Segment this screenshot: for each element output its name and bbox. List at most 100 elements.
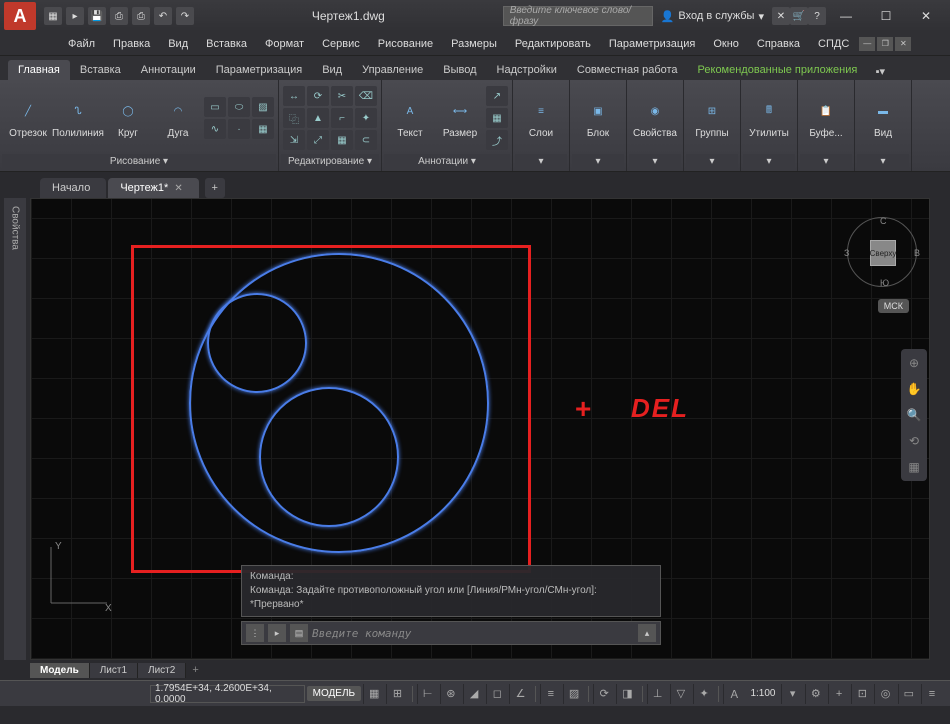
- ribbon-tab-manage[interactable]: Управление: [352, 60, 433, 80]
- grid-toggle-icon[interactable]: ▦: [363, 684, 384, 704]
- arc-button[interactable]: ◠Дуга: [154, 86, 202, 150]
- new-icon[interactable]: ▦: [44, 7, 62, 25]
- menu-service[interactable]: Сервис: [314, 35, 368, 53]
- pan-icon[interactable]: ✋: [904, 379, 924, 399]
- help-icon[interactable]: ?: [808, 7, 826, 25]
- signin-button[interactable]: 👤 Вход в службы ▾: [661, 10, 764, 23]
- layout-add-button[interactable]: +: [186, 662, 204, 678]
- mirror-icon[interactable]: ▲: [307, 108, 329, 128]
- new-tab-button[interactable]: +: [205, 178, 225, 198]
- saveas-icon[interactable]: ⎙: [110, 7, 128, 25]
- command-input[interactable]: Введите команду: [312, 627, 634, 640]
- close-button[interactable]: ✕: [906, 2, 946, 30]
- save-icon[interactable]: 💾: [88, 7, 106, 25]
- tab-close-icon[interactable]: ✕: [174, 183, 182, 194]
- ribbon-tab-home[interactable]: Главная: [8, 60, 70, 80]
- stretch-icon[interactable]: ⇲: [283, 130, 305, 150]
- selection-filter-icon[interactable]: ▽: [670, 684, 691, 704]
- lineweight-icon[interactable]: ≡: [540, 684, 561, 704]
- isodraft-icon[interactable]: ◢: [463, 684, 484, 704]
- erase-icon[interactable]: ⌫: [355, 86, 377, 106]
- annotation-monitor-icon[interactable]: +: [828, 684, 849, 704]
- array-icon[interactable]: ▦: [331, 130, 353, 150]
- explode-icon[interactable]: ✦: [355, 108, 377, 128]
- orbit-icon[interactable]: ⟲: [904, 431, 924, 451]
- menu-help[interactable]: Справка: [749, 35, 808, 53]
- text-button[interactable]: AТекст: [386, 86, 434, 150]
- move-icon[interactable]: ↔: [283, 86, 305, 106]
- ribbon-tab-insert[interactable]: Вставка: [70, 60, 131, 80]
- trim-icon[interactable]: ✂: [331, 86, 353, 106]
- annoscale-icon[interactable]: Ａ: [723, 684, 744, 704]
- gizmo-icon[interactable]: ✦: [693, 684, 714, 704]
- leader-icon[interactable]: ↗: [486, 86, 508, 106]
- redo-icon[interactable]: ↷: [176, 7, 194, 25]
- polyline-button[interactable]: ᔐПолилиния: [54, 86, 102, 150]
- clipboard-button[interactable]: 📋Буфе...: [802, 86, 850, 150]
- menu-view[interactable]: Вид: [160, 35, 196, 53]
- hatch-icon[interactable]: ▨: [252, 97, 274, 117]
- 3dosnap-icon[interactable]: ◨: [616, 684, 637, 704]
- region-icon[interactable]: ▦: [252, 119, 274, 139]
- ellipse-icon[interactable]: ⬭: [228, 97, 250, 117]
- cmd-handle-icon[interactable]: ⋮: [246, 624, 264, 642]
- utilities-button[interactable]: 🖩Утилиты: [745, 86, 793, 150]
- doc-minimize-button[interactable]: —: [859, 37, 875, 51]
- ribbon-tab-addins[interactable]: Надстройки: [487, 60, 567, 80]
- cmd-expand-icon[interactable]: ▴: [638, 624, 656, 642]
- fillet-icon[interactable]: ⌐: [331, 108, 353, 128]
- otrack-icon[interactable]: ∠: [509, 684, 530, 704]
- menu-file[interactable]: Файл: [60, 35, 103, 53]
- menu-modify[interactable]: Редактировать: [507, 35, 599, 53]
- coords-display[interactable]: 1.7954E+34, 4.2600E+34, 0.0000: [150, 685, 305, 703]
- point-icon[interactable]: ·: [228, 119, 250, 139]
- offset-icon[interactable]: ⊂: [355, 130, 377, 150]
- viewcube-e[interactable]: В: [914, 248, 920, 258]
- layout-model[interactable]: Модель: [30, 663, 90, 678]
- viewcube[interactable]: Сверху С В Ю З: [847, 217, 917, 287]
- menu-format[interactable]: Формат: [257, 35, 312, 53]
- copy-icon[interactable]: ⿻: [283, 108, 305, 128]
- rotate-icon[interactable]: ⟳: [307, 86, 329, 106]
- scale-icon[interactable]: ⤢: [307, 130, 329, 150]
- scale-dropdown-icon[interactable]: ▾: [781, 684, 802, 704]
- groups-button[interactable]: ⊞Группы: [688, 86, 736, 150]
- polar-icon[interactable]: ⊛: [440, 684, 461, 704]
- spline-icon[interactable]: ∿: [204, 119, 226, 139]
- viewcube-s[interactable]: Ю: [880, 278, 889, 288]
- viewcube-ring[interactable]: Сверху С В Ю З: [847, 217, 917, 287]
- menu-window[interactable]: Окно: [705, 35, 747, 53]
- showmotion-icon[interactable]: ▦: [904, 457, 924, 477]
- ribbon-expand-button[interactable]: ▪▾: [871, 62, 889, 80]
- minimize-button[interactable]: —: [826, 2, 866, 30]
- menu-draw[interactable]: Рисование: [370, 35, 441, 53]
- viewcube-w[interactable]: З: [844, 248, 849, 258]
- cleanscreen-icon[interactable]: ▭: [898, 684, 919, 704]
- tab-start[interactable]: Начало: [40, 178, 106, 198]
- ribbon-tab-view[interactable]: Вид: [312, 60, 352, 80]
- menu-insert[interactable]: Вставка: [198, 35, 255, 53]
- wcs-badge[interactable]: МСК: [878, 299, 909, 313]
- dyn-ucs-icon[interactable]: ⊥: [647, 684, 668, 704]
- customize-icon[interactable]: ≡: [921, 684, 942, 704]
- menu-parametric[interactable]: Параметризация: [601, 35, 703, 53]
- status-model-button[interactable]: МОДЕЛЬ: [307, 686, 361, 701]
- hardware-accel-icon[interactable]: ⊡: [851, 684, 872, 704]
- layout-sheet1[interactable]: Лист1: [90, 663, 138, 678]
- viewcube-n[interactable]: С: [880, 216, 887, 226]
- panel-draw-title[interactable]: Рисование ▾: [2, 154, 276, 169]
- ribbon-tab-collab[interactable]: Совместная работа: [567, 60, 688, 80]
- drawing-area[interactable]: + DEL Y X Сверху С В Ю З МСК ⊕ ✋ 🔍 ⟲ ▦ К…: [30, 198, 930, 660]
- ribbon-tab-parametric[interactable]: Параметризация: [206, 60, 312, 80]
- circle-button[interactable]: ◯Круг: [104, 86, 152, 150]
- layout-sheet2[interactable]: Лист2: [138, 663, 186, 678]
- snap-toggle-icon[interactable]: ⊞: [386, 684, 407, 704]
- menu-edit[interactable]: Правка: [105, 35, 158, 53]
- menu-spds[interactable]: СПДС: [810, 35, 857, 53]
- drawing-circle-small[interactable]: [207, 293, 307, 393]
- panel-annot-title[interactable]: Аннотации ▾: [384, 154, 510, 169]
- view-button[interactable]: ▬Вид: [859, 86, 907, 150]
- command-line[interactable]: ⋮ ▸ ▤ Введите команду ▴: [241, 621, 661, 645]
- maximize-button[interactable]: ☐: [866, 2, 906, 30]
- cart-icon[interactable]: 🛒: [790, 7, 808, 25]
